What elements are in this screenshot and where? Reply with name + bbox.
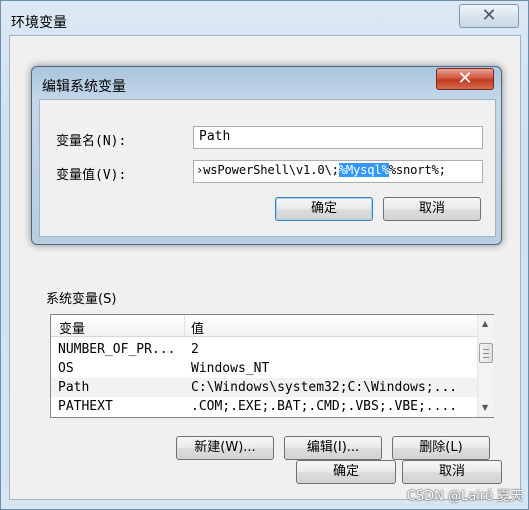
system-variables-label: 系统变量(S) <box>46 292 117 307</box>
system-variables-group: 系统变量(S) 变量 值 NUMBER_OF_PR... 2 OS Window… <box>36 266 516 466</box>
delete-button[interactable]: 删除(L) <box>392 436 490 460</box>
edit-system-variable-dialog: 编辑系统变量 ✕ 变量名(N): Path 变量值(V): ›wsPowerSh… <box>31 66 502 245</box>
vertical-scrollbar[interactable]: ▲ ▼ <box>477 315 494 417</box>
row-value: .COM;.EXE;.BAT;.CMD;.VBS;.VBE;.... <box>191 399 458 414</box>
watermark-text: CSDN @Lairé 夏天 <box>406 489 523 504</box>
ok-button[interactable]: 确定 <box>296 460 396 484</box>
value-text-after: %snort%; <box>388 163 446 177</box>
row-name: Path <box>58 380 90 395</box>
value-text-selection: %Mysql% <box>338 163 389 177</box>
close-button[interactable]: ✕ <box>459 4 519 28</box>
dialog-cancel-button[interactable]: 取消 <box>383 197 481 221</box>
column-divider[interactable] <box>184 315 185 337</box>
row-name: NUMBER_OF_PR... <box>58 342 176 357</box>
row-name: OS <box>58 361 74 376</box>
edit-button[interactable]: 编辑(I)... <box>284 436 382 460</box>
column-header-variable[interactable]: 变量 <box>59 318 85 337</box>
variable-value-label: 变量值(V): <box>56 168 127 183</box>
variable-value-field[interactable]: ›wsPowerShell\v1.0\;%Mysql%%snort%; <box>193 160 483 183</box>
list-header: 变量 值 <box>51 315 477 337</box>
scroll-down-arrow-icon[interactable]: ▼ <box>482 403 488 412</box>
system-variables-list[interactable]: 变量 值 NUMBER_OF_PR... 2 OS Windows_NT Pat… <box>50 314 494 418</box>
variable-name-field[interactable]: Path <box>193 126 483 149</box>
table-row[interactable]: PATHEXT .COM;.EXE;.BAT;.CMD;.VBS;.VBE;..… <box>51 397 477 416</box>
variable-name-label: 变量名(N): <box>56 134 127 149</box>
dialog-close-button[interactable]: ✕ <box>436 68 494 90</box>
row-value: Windows_NT <box>191 361 270 376</box>
scroll-thumb[interactable] <box>479 343 493 363</box>
table-row[interactable]: NUMBER_OF_PR... 2 <box>51 340 477 359</box>
table-row-selected[interactable]: Path C:\Windows\system32;C:\Windows;... <box>51 378 477 397</box>
value-text-before: ›wsPowerShell\v1.0\; <box>196 163 339 177</box>
row-value: C:\Windows\system32;C:\Windows;... <box>191 380 458 395</box>
column-header-value[interactable]: 值 <box>191 318 204 337</box>
dialog-title: 编辑系统变量 <box>42 79 126 95</box>
dialog-client-area: 变量名(N): Path 变量值(V): ›wsPowerShell\v1.0\… <box>39 99 496 237</box>
window-title: 环境变量 <box>11 15 67 31</box>
table-row[interactable]: OS Windows_NT <box>51 359 477 378</box>
new-button[interactable]: 新建(W)... <box>176 436 274 460</box>
close-icon: ✕ <box>457 68 473 89</box>
row-name: PATHEXT <box>58 399 113 414</box>
scroll-up-arrow-icon[interactable]: ▲ <box>482 319 488 328</box>
cancel-button[interactable]: 取消 <box>402 460 502 484</box>
dialog-ok-button[interactable]: 确定 <box>275 197 373 221</box>
row-value: 2 <box>191 342 199 357</box>
close-icon: ✕ <box>481 5 497 26</box>
